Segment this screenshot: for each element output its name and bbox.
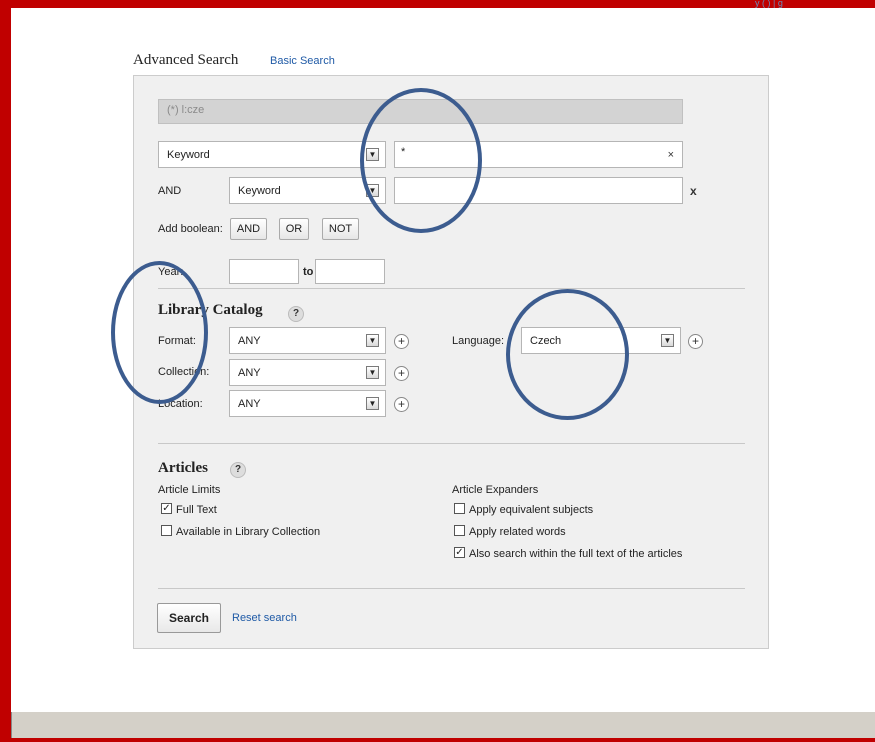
clear-icon[interactable]: × <box>668 149 674 161</box>
available-in-collection-label: Available in Library Collection <box>176 526 321 538</box>
chevron-down-icon[interactable]: ▼ <box>366 334 379 347</box>
related-words-checkbox[interactable] <box>454 525 465 536</box>
row-operator-label: AND <box>158 185 182 197</box>
help-icon[interactable]: ? <box>230 462 246 478</box>
format-select[interactable]: ANY ▼ <box>229 327 386 354</box>
search-button[interactable]: Search <box>157 603 221 633</box>
full-text-label: Full Text <box>176 504 217 516</box>
format-select-value: ANY <box>238 335 261 347</box>
section-divider <box>158 443 745 444</box>
year-to-input[interactable] <box>315 259 385 284</box>
year-to-label: to <box>303 266 314 278</box>
help-icon[interactable]: ? <box>288 306 304 322</box>
chevron-down-icon[interactable]: ▼ <box>661 334 674 347</box>
article-expanders-label: Article Expanders <box>452 484 539 496</box>
add-and-button[interactable]: AND <box>230 218 267 240</box>
full-text-checkbox[interactable]: ✓ <box>161 503 172 514</box>
reset-search-link[interactable]: Reset search <box>232 612 297 624</box>
section-divider <box>158 288 745 289</box>
bottom-edge <box>0 738 875 742</box>
field-select-1[interactable]: Keyword ▼ <box>158 141 386 168</box>
status-bar <box>11 712 875 738</box>
location-select-value: ANY <box>238 398 261 410</box>
add-or-button[interactable]: OR <box>279 218 309 240</box>
search-full-text-checkbox[interactable]: ✓ <box>454 547 465 558</box>
add-boolean-label: Add boolean: <box>158 223 223 235</box>
collection-select-value: ANY <box>238 367 261 379</box>
add-collection-plus-icon[interactable]: + <box>394 366 409 381</box>
add-format-plus-icon[interactable]: + <box>394 334 409 349</box>
collection-select[interactable]: ANY ▼ <box>229 359 386 386</box>
article-limits-label: Article Limits <box>158 484 221 496</box>
articles-title: Articles <box>158 460 208 476</box>
add-language-plus-icon[interactable]: + <box>688 334 703 349</box>
search-full-text-label: Also search within the full text of the … <box>469 548 683 560</box>
chevron-down-icon[interactable]: ▼ <box>366 366 379 379</box>
field-select-1-value: Keyword <box>167 149 210 161</box>
equivalent-subjects-checkbox[interactable] <box>454 503 465 514</box>
remove-row-icon[interactable]: x <box>690 184 697 198</box>
section-divider <box>158 588 745 589</box>
location-select[interactable]: ANY ▼ <box>229 390 386 417</box>
add-location-plus-icon[interactable]: + <box>394 397 409 412</box>
language-label: Language: <box>452 335 504 347</box>
add-not-button[interactable]: NOT <box>322 218 359 240</box>
annotation-oval <box>360 88 482 233</box>
annotation-oval <box>111 261 208 404</box>
chevron-down-icon[interactable]: ▼ <box>366 397 379 410</box>
top-links[interactable]: y ( ) | g <box>755 0 875 10</box>
available-in-collection-checkbox[interactable] <box>161 525 172 536</box>
annotation-oval <box>506 289 629 420</box>
basic-search-link[interactable]: Basic Search <box>270 55 335 67</box>
page-title: Advanced Search <box>133 52 239 68</box>
related-words-label: Apply related words <box>469 526 566 538</box>
field-select-2-value: Keyword <box>238 185 281 197</box>
year-from-input[interactable] <box>229 259 299 284</box>
equivalent-subjects-label: Apply equivalent subjects <box>469 504 594 516</box>
